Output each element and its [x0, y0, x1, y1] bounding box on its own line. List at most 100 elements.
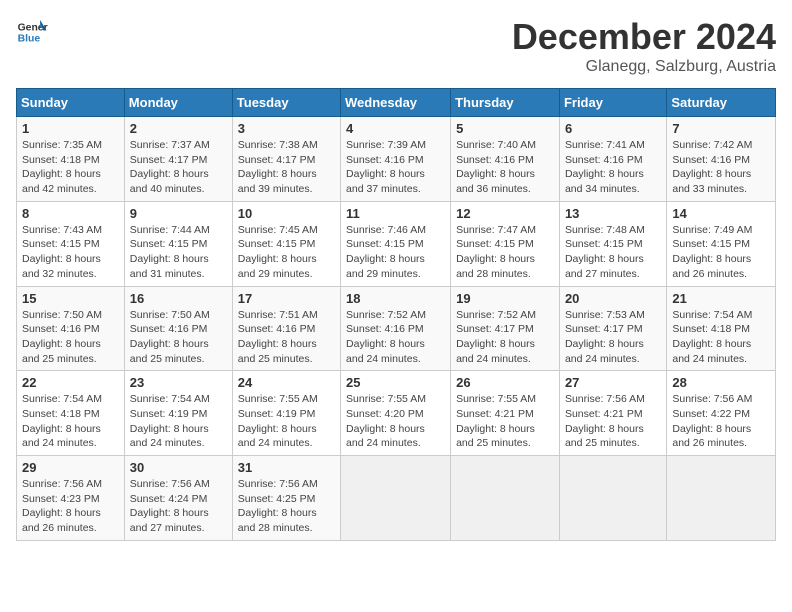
calendar-cell: 11Sunrise: 7:46 AMSunset: 4:15 PMDayligh…	[341, 201, 451, 286]
sunrise-text: Sunrise: 7:49 AM	[672, 224, 752, 236]
sunset-text: Sunset: 4:16 PM	[22, 323, 100, 335]
day-number: 18	[346, 291, 445, 306]
sunrise-text: Sunrise: 7:47 AM	[456, 224, 536, 236]
day-number: 11	[346, 206, 445, 221]
sunrise-text: Sunrise: 7:54 AM	[130, 393, 210, 405]
calendar-cell: 7Sunrise: 7:42 AMSunset: 4:16 PMDaylight…	[667, 117, 776, 202]
sunrise-text: Sunrise: 7:43 AM	[22, 224, 102, 236]
sunrise-text: Sunrise: 7:39 AM	[346, 139, 426, 151]
day-detail: Sunrise: 7:37 AM Sunset: 4:17 PM Daylight:…	[130, 138, 227, 197]
day-detail: Sunrise: 7:56 AMSunset: 4:21 PMDaylight:…	[565, 392, 661, 451]
day-number: 17	[238, 291, 335, 306]
daylight-text: Daylight: 8 hours and 34 minutes.	[565, 168, 644, 195]
sunset-text: Sunset: 4:15 PM	[565, 238, 643, 250]
sunrise-text: Sunrise: 7:54 AM	[672, 309, 752, 321]
calendar-cell: 27Sunrise: 7:56 AMSunset: 4:21 PMDayligh…	[559, 371, 666, 456]
day-detail: Sunrise: 7:47 AMSunset: 4:15 PMDaylight:…	[456, 223, 554, 282]
calendar-cell: 5Sunrise: 7:40 AMSunset: 4:16 PMDaylight…	[451, 117, 560, 202]
calendar-cell: 19Sunrise: 7:52 AMSunset: 4:17 PMDayligh…	[451, 286, 560, 371]
calendar-cell: 9 Sunrise: 7:44 AMSunset: 4:15 PMDaylight…	[124, 201, 232, 286]
day-number: 25	[346, 375, 445, 390]
day-detail: Sunrise: 7:55 AMSunset: 4:20 PMDaylight:…	[346, 392, 445, 451]
sunset-text: Sunset: 4:23 PM	[22, 493, 100, 505]
sunrise-text: Sunrise: 7:48 AM	[565, 224, 645, 236]
location-title: Glanegg, Salzburg, Austria	[512, 58, 776, 76]
calendar-cell: 8Sunrise: 7:43 AMSunset: 4:15 PMDaylight…	[17, 201, 125, 286]
day-number: 8	[22, 206, 119, 221]
day-detail: Sunrise: 7:53 AMSunset: 4:17 PMDaylight:…	[565, 308, 661, 367]
day-number: 15	[22, 291, 119, 306]
daylight-text: Daylight: 8 hours and 26 minutes.	[672, 253, 751, 280]
sunset-text: Sunset: 4:16 PM	[672, 154, 750, 166]
day-number: 10	[238, 206, 335, 221]
day-number: 23	[130, 375, 227, 390]
day-detail: Sunrise: 7:52 AMSunset: 4:16 PMDaylight:…	[346, 308, 445, 367]
daylight-text: Daylight: 8 hours and 31 minutes.	[130, 253, 209, 280]
day-number: 4	[346, 121, 445, 136]
sunrise-text: Sunrise: 7:52 AM	[346, 309, 426, 321]
calendar-cell: 31Sunrise: 7:56 AMSunset: 4:25 PMDayligh…	[232, 456, 340, 541]
day-number: 2	[130, 121, 227, 136]
day-number: 6	[565, 121, 661, 136]
logo: General Blue	[16, 16, 48, 48]
sunrise-text: Sunrise: 7:45 AM	[238, 224, 318, 236]
daylight-text: Daylight: 8 hours and 24 minutes.	[130, 423, 209, 450]
calendar-cell: 22Sunrise: 7:54 AMSunset: 4:18 PMDayligh…	[17, 371, 125, 456]
daylight-text: Daylight: 8 hours and 37 minutes.	[346, 168, 425, 195]
daylight-text: Daylight: 8 hours and 27 minutes.	[130, 507, 209, 534]
daylight-text: Daylight: 8 hours and 28 minutes.	[238, 507, 317, 534]
sunset-text: Sunset: 4:15 PM	[456, 238, 534, 250]
title-area: December 2024 Glanegg, Salzburg, Austria	[512, 16, 776, 76]
day-number: 5	[456, 121, 554, 136]
sunset-text: Sunset: 4:18 PM	[22, 154, 100, 166]
sunset-text: Sunset: 4:25 PM	[238, 493, 316, 505]
calendar-cell: 25 Sunrise: 7:55 AMSunset: 4:20 PMDayligh…	[341, 371, 451, 456]
daylight-text: Daylight: 8 hours and 24 minutes.	[346, 423, 425, 450]
day-number: 1	[22, 121, 119, 136]
calendar-cell: 17Sunrise: 7:51 AMSunset: 4:16 PMDayligh…	[232, 286, 340, 371]
day-detail: Sunrise: 7:44 AMSunset: 4:15 PMDaylight:…	[130, 223, 227, 282]
sunset-text: Sunset: 4:15 PM	[238, 238, 316, 250]
calendar-cell: 30Sunrise: 7:56 AMSunset: 4:24 PMDayligh…	[124, 456, 232, 541]
calendar-cell: 21Sunrise: 7:54 AMSunset: 4:18 PMDayligh…	[667, 286, 776, 371]
calendar-cell: 13Sunrise: 7:48 AMSunset: 4:15 PMDayligh…	[559, 201, 666, 286]
day-detail: Sunrise: 7:52 AMSunset: 4:17 PMDaylight:…	[456, 308, 554, 367]
day-number: 24	[238, 375, 335, 390]
calendar-cell: 23Sunrise: 7:54 AMSunset: 4:19 PMDayligh…	[124, 371, 232, 456]
day-detail: Sunrise: 7:55 AMSunset: 4:19 PMDaylight:…	[238, 392, 335, 451]
daylight-text: Daylight: 8 hours and 24 minutes.	[346, 338, 425, 365]
daylight-text: Daylight: 8 hours and 40 minutes.	[130, 168, 209, 195]
calendar-cell: 10Sunrise: 7:45 AMSunset: 4:15 PMDayligh…	[232, 201, 340, 286]
day-detail: Sunrise: 7:56 AMSunset: 4:24 PMDaylight:…	[130, 477, 227, 536]
sunset-text: Sunset: 4:16 PM	[346, 154, 424, 166]
sunrise-text: Sunrise: 7:56 AM	[22, 478, 102, 490]
sunrise-text: Sunrise: 7:40 AM	[456, 139, 536, 151]
sunrise-text: Sunrise: 7:56 AM	[565, 393, 645, 405]
header-monday: Monday	[124, 89, 232, 117]
daylight-text: Daylight: 8 hours and 25 minutes.	[456, 423, 535, 450]
sunset-text: Sunset: 4:16 PM	[238, 323, 316, 335]
day-number: 3	[238, 121, 335, 136]
sunset-text: Sunset: 4:18 PM	[672, 323, 750, 335]
day-detail: Sunrise: 7:40 AMSunset: 4:16 PMDaylight:…	[456, 138, 554, 197]
sunrise-text: Sunrise: 7:53 AM	[565, 309, 645, 321]
sunrise-text: Sunrise: 7:41 AM	[565, 139, 645, 151]
calendar-week-4: 22Sunrise: 7:54 AMSunset: 4:18 PMDayligh…	[17, 371, 776, 456]
calendar-cell: 2 Sunrise: 7:37 AM Sunset: 4:17 PM Daylight…	[124, 117, 232, 202]
day-number: 9	[130, 206, 227, 221]
day-detail: Sunrise: 7:48 AM Sunset: 4:15 PM Daylight:…	[565, 223, 661, 282]
daylight-text: Daylight: 8 hours and 33 minutes.	[672, 168, 751, 195]
sunset-text: Sunset: 4:16 PM	[456, 154, 534, 166]
page-header: General Blue December 2024 Glanegg, Salz…	[16, 16, 776, 76]
sunrise-text: Sunrise: 7:56 AM	[130, 478, 210, 490]
sunset-text: Sunset: 4:17 PM	[130, 154, 208, 166]
calendar-cell	[559, 456, 666, 541]
calendar-cell: 26Sunrise: 7:55 AMSunset: 4:21 PMDayligh…	[451, 371, 560, 456]
daylight-text: Daylight: 8 hours and 27 minutes.	[565, 253, 644, 280]
day-number: 26	[456, 375, 554, 390]
calendar-cell: 1Sunrise: 7:35 AMSunset: 4:18 PMDaylight…	[17, 117, 125, 202]
sunrise-text: Sunrise: 7:37 AM	[130, 139, 210, 151]
sunset-text: Sunset: 4:17 PM	[565, 323, 643, 335]
sunrise-text: Sunrise: 7:55 AM	[238, 393, 318, 405]
day-number: 22	[22, 375, 119, 390]
